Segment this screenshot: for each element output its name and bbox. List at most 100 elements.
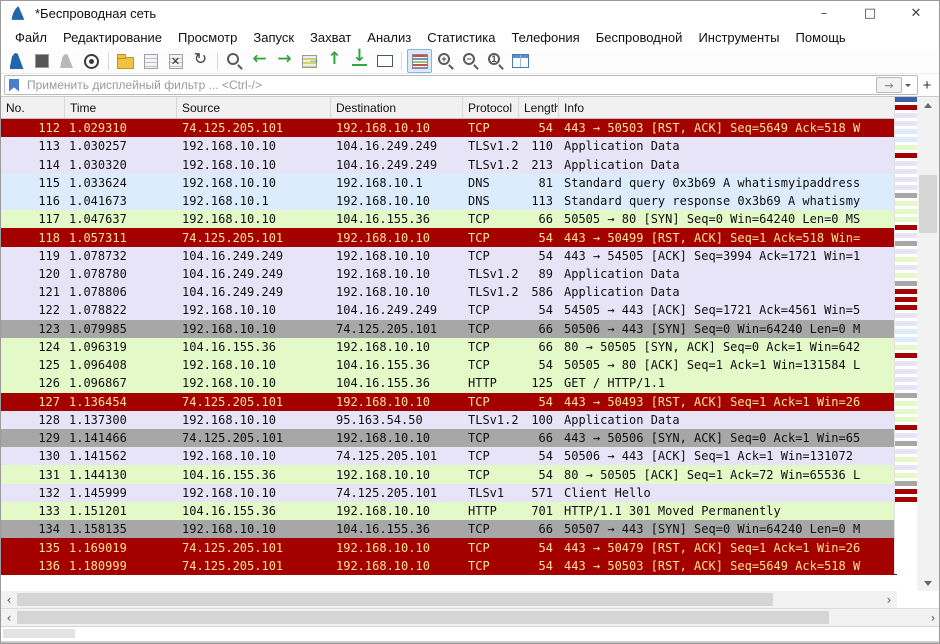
packet-row[interactable]: 1281.137300192.168.10.1095.163.54.50TLSv… xyxy=(1,411,897,429)
close-button[interactable]: ✕ xyxy=(893,1,939,26)
packet-row[interactable]: 1161.041673192.168.10.1192.168.10.10DNS1… xyxy=(1,192,897,210)
packet-row[interactable]: 1131.030257192.168.10.10104.16.249.249TL… xyxy=(1,137,897,155)
filter-bar: → + xyxy=(1,74,939,97)
stop-capture-icon[interactable] xyxy=(30,50,53,72)
resize-columns-icon[interactable] xyxy=(509,50,532,72)
packet-cell-info: Standard query 0x3b69 A whatismyipaddres… xyxy=(559,176,897,190)
capture-options-icon[interactable] xyxy=(80,50,103,72)
packet-row[interactable]: 1361.18099974.125.205.101192.168.10.10TC… xyxy=(1,557,897,575)
start-capture-icon[interactable] xyxy=(5,50,28,72)
menu-item-6[interactable]: Статистика xyxy=(419,28,503,47)
packet-row[interactable]: 1311.144130104.16.155.36192.168.10.10TCP… xyxy=(1,465,897,483)
go-back-icon[interactable]: ← xyxy=(248,50,271,72)
column-header-source[interactable]: Source xyxy=(177,97,331,118)
minimap-stripe xyxy=(895,281,917,286)
menu-item-5[interactable]: Анализ xyxy=(359,28,419,47)
column-header-destination[interactable]: Destination xyxy=(331,97,463,118)
packet-row[interactable]: 1221.078822192.168.10.10104.16.249.249TC… xyxy=(1,301,897,319)
packet-row[interactable]: 1191.078732104.16.249.249192.168.10.10TC… xyxy=(1,247,897,265)
menu-item-8[interactable]: Беспроводной xyxy=(588,28,691,47)
scroll-up-icon[interactable] xyxy=(917,97,939,113)
packet-row[interactable]: 1341.158135192.168.10.10104.16.155.36TCP… xyxy=(1,520,897,538)
vertical-scrollbar[interactable] xyxy=(917,97,939,591)
hscrollbar-thumb[interactable] xyxy=(17,611,829,624)
packet-cell-time: 1.141466 xyxy=(65,431,177,445)
detail-pane-hscrollbar[interactable]: ‹ › xyxy=(1,608,940,626)
packet-row[interactable]: 1201.078780104.16.249.249192.168.10.10TL… xyxy=(1,265,897,283)
display-filter-field[interactable]: → xyxy=(4,75,918,95)
zoom-out-icon[interactable]: − xyxy=(459,50,482,72)
packet-cell-time: 1.030320 xyxy=(65,158,177,172)
zoom-in-icon[interactable]: + xyxy=(434,50,457,72)
packet-row[interactable]: 1351.16901974.125.205.101192.168.10.10TC… xyxy=(1,538,897,556)
column-header-protocol[interactable]: Protocol xyxy=(463,97,519,118)
minimize-button[interactable]: – xyxy=(801,1,847,26)
packet-row[interactable]: 1241.096319104.16.155.36192.168.10.10TCP… xyxy=(1,338,897,356)
packet-row[interactable]: 1151.033624192.168.10.10192.168.10.1DNS8… xyxy=(1,174,897,192)
restart-capture-icon[interactable] xyxy=(55,50,78,72)
go-to-packet-icon[interactable]: → xyxy=(298,50,321,72)
save-file-icon[interactable] xyxy=(139,50,162,72)
packet-row[interactable]: 1331.151201104.16.155.36192.168.10.10HTT… xyxy=(1,502,897,520)
packet-row[interactable]: 1141.030320192.168.10.10104.16.249.249TL… xyxy=(1,155,897,173)
collapsed-pane-thumb[interactable] xyxy=(3,629,75,638)
go-first-icon[interactable]: ↑ xyxy=(323,50,346,72)
menu-item-2[interactable]: Просмотр xyxy=(170,28,245,47)
column-header-time[interactable]: Time xyxy=(65,97,177,118)
menu-item-7[interactable]: Телефония xyxy=(503,28,587,47)
column-header-length[interactable]: Length xyxy=(519,97,559,118)
minimap-stripe xyxy=(895,329,917,334)
display-filter-input[interactable] xyxy=(25,77,876,93)
menu-item-10[interactable]: Помощь xyxy=(788,28,854,47)
packet-cell-time: 1.180999 xyxy=(65,559,177,573)
scroll-right-icon[interactable]: › xyxy=(881,593,897,607)
packet-row[interactable]: 1271.13645474.125.205.101192.168.10.10TC… xyxy=(1,393,897,411)
scroll-down-icon[interactable] xyxy=(917,575,939,591)
auto-scroll-icon[interactable] xyxy=(373,50,396,72)
menu-item-0[interactable]: Файл xyxy=(7,28,55,47)
menu-item-3[interactable]: Запуск xyxy=(245,28,302,47)
packet-cell-info: Application Data xyxy=(559,285,897,299)
intelligent-scrollbar-minimap[interactable] xyxy=(894,97,917,574)
menu-item-1[interactable]: Редактирование xyxy=(55,28,170,47)
hscrollbar-thumb[interactable] xyxy=(17,593,773,606)
add-filter-button[interactable]: + xyxy=(918,77,936,94)
packet-row[interactable]: 1171.047637192.168.10.10104.16.155.36TCP… xyxy=(1,210,897,228)
column-header-info[interactable]: Info xyxy=(559,97,897,118)
packet-row[interactable]: 1321.145999192.168.10.1074.125.205.101TL… xyxy=(1,484,897,502)
packet-cell-len: 571 xyxy=(519,486,559,500)
packet-cell-info: 443 → 50499 [RST, ACK] Seq=1 Ack=518 Win… xyxy=(559,231,897,245)
scroll-left-icon[interactable]: ‹ xyxy=(1,593,17,607)
column-header-no[interactable]: No. xyxy=(1,97,65,118)
packet-row[interactable]: 1121.02931074.125.205.101192.168.10.10TC… xyxy=(1,119,897,137)
scroll-right-icon[interactable]: › xyxy=(925,611,940,625)
go-last-icon[interactable]: ↓ xyxy=(348,50,371,72)
apply-filter-button[interactable]: → xyxy=(876,77,902,93)
filter-bookmark-icon[interactable] xyxy=(9,79,19,92)
packet-cell-no: 134 xyxy=(1,522,65,536)
packet-row[interactable]: 1301.141562192.168.10.1074.125.205.101TC… xyxy=(1,447,897,465)
colorize-icon[interactable] xyxy=(407,49,432,73)
close-file-icon[interactable]: ✕ xyxy=(164,50,187,72)
reload-file-icon[interactable]: ↻ xyxy=(189,50,212,72)
packet-row[interactable]: 1211.078806104.16.249.249192.168.10.10TL… xyxy=(1,283,897,301)
packet-row[interactable]: 1181.05731174.125.205.101192.168.10.10TC… xyxy=(1,228,897,246)
open-file-icon[interactable] xyxy=(114,50,137,72)
find-packet-icon[interactable] xyxy=(223,50,246,72)
minimap-stripe xyxy=(895,385,917,390)
menu-item-4[interactable]: Захват xyxy=(302,28,359,47)
maximize-button[interactable]: □ xyxy=(847,1,893,26)
packet-row[interactable]: 1251.096408192.168.10.10104.16.155.36TCP… xyxy=(1,356,897,374)
vertical-scrollbar-thumb[interactable] xyxy=(919,175,937,233)
go-forward-icon[interactable]: → xyxy=(273,50,296,72)
packet-row[interactable]: 1291.14146674.125.205.101192.168.10.10TC… xyxy=(1,429,897,447)
scroll-left-icon[interactable]: ‹ xyxy=(1,611,17,625)
zoom-normal-icon[interactable]: 1 xyxy=(484,50,507,72)
menu-item-9[interactable]: Инструменты xyxy=(690,28,787,47)
filter-dropdown-caret-icon[interactable] xyxy=(905,76,917,94)
packet-cell-no: 112 xyxy=(1,121,65,135)
packet-row[interactable]: 1261.096867192.168.10.10104.16.155.36HTT… xyxy=(1,374,897,392)
packet-row[interactable]: 1231.079985192.168.10.1074.125.205.101TC… xyxy=(1,320,897,338)
packet-list-hscrollbar[interactable]: ‹ › xyxy=(1,591,897,608)
packet-cell-time: 1.033624 xyxy=(65,176,177,190)
